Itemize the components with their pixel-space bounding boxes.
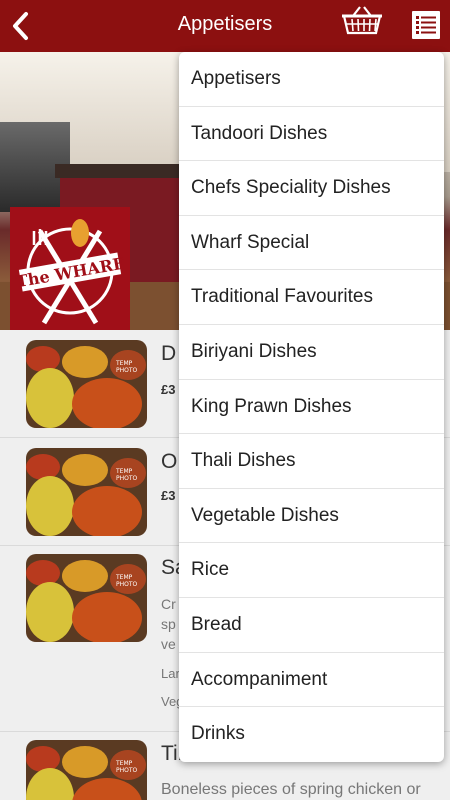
list-icon <box>416 16 436 34</box>
item-description-line-1: Boneless pieces of spring chicken or <box>161 781 421 798</box>
app-header: Appetisers <box>0 0 450 52</box>
dish-thumbnail: TEMP PHOTO <box>26 554 147 642</box>
menu-list-button[interactable] <box>412 11 440 39</box>
menu-item-king-prawn-dishes[interactable]: King Prawn Dishes <box>179 380 444 435</box>
dish-thumbnail: TEMP PHOTO <box>26 740 147 800</box>
menu-item-rice[interactable]: Rice <box>179 543 444 598</box>
menu-item-appetisers[interactable]: Appetisers <box>179 52 444 107</box>
dish-thumbnail: TEMP PHOTO <box>26 340 147 428</box>
menu-item-thali-dishes[interactable]: Thali Dishes <box>179 434 444 489</box>
menu-item-biriyani-dishes[interactable]: Biriyani Dishes <box>179 325 444 380</box>
basket-icon[interactable] <box>340 4 384 36</box>
menu-item-tandoori-dishes[interactable]: Tandoori Dishes <box>179 107 444 162</box>
item-price: £3 <box>161 382 176 397</box>
dish-thumbnail: TEMP PHOTO <box>26 448 147 536</box>
wharf-logo-icon: The WHARF <box>15 219 126 325</box>
item-title: O <box>161 450 178 473</box>
menu-item-wharf-special[interactable]: Wharf Special <box>179 216 444 271</box>
menu-item-vegetable-dishes[interactable]: Vegetable Dishes <box>179 489 444 544</box>
category-dropdown: Appetisers Tandoori Dishes Chefs Special… <box>179 52 444 762</box>
item-price: £3 <box>161 488 176 503</box>
menu-item-traditional-favourites[interactable]: Traditional Favourites <box>179 270 444 325</box>
menu-item-drinks[interactable]: Drinks <box>179 707 444 762</box>
menu-item-accompaniment[interactable]: Accompaniment <box>179 653 444 708</box>
restaurant-logo: The WHARF <box>10 207 130 330</box>
item-title: D <box>161 342 177 365</box>
menu-item-bread[interactable]: Bread <box>179 598 444 653</box>
menu-item-chefs-speciality-dishes[interactable]: Chefs Speciality Dishes <box>179 161 444 216</box>
